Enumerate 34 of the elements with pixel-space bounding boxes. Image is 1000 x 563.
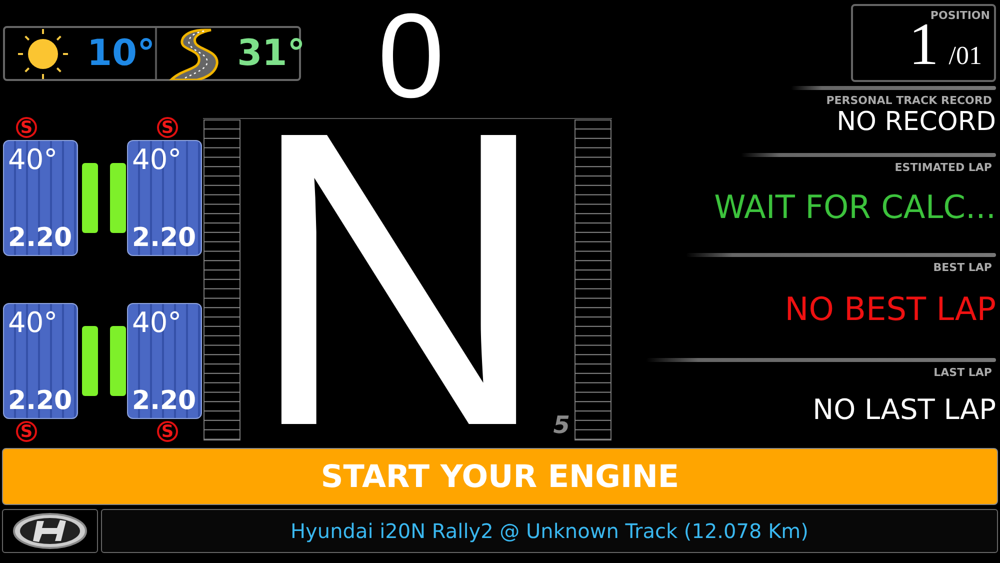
lap-value: WAIT FOR CALC...	[714, 188, 996, 226]
compound-badge: S	[16, 117, 37, 138]
tire-temperature: 40°	[132, 145, 183, 175]
status-banner: START YOUR ENGINE	[2, 448, 998, 505]
tire-temperature: 40°	[8, 308, 59, 338]
lap-label: PERSONAL TRACK RECORD	[826, 94, 992, 107]
gear-indicator: N	[247, 119, 550, 441]
brake-bar	[110, 163, 126, 233]
track-temperature: 31°	[237, 33, 306, 74]
lap-value: NO RECORD	[836, 107, 996, 137]
car-logo-icon	[11, 511, 89, 551]
lap-label: BEST LAP	[933, 261, 992, 274]
tire-temperature: 40°	[8, 145, 59, 175]
lap-label: LAST LAP	[934, 366, 992, 379]
speed-readout: 0	[376, 0, 446, 112]
lap-label: ESTIMATED LAP	[894, 161, 992, 174]
air-temperature: 10°	[87, 33, 156, 74]
gear-hint: 5	[553, 411, 570, 439]
tire-pressure: 2.20	[132, 386, 197, 416]
compound-badge: S	[16, 421, 37, 442]
lap-value: NO BEST LAP	[784, 290, 996, 328]
car-track-info: Hyundai i20N Rally2 @ Unknown Track (12.078 Km)	[101, 509, 998, 553]
tire-temperature: 40°	[132, 308, 183, 338]
compound-badge: S	[157, 117, 178, 138]
tire-pressure: 2.20	[8, 386, 73, 416]
compound-badge: S	[157, 421, 178, 442]
brake-bar	[82, 163, 98, 233]
position-label: POSITION	[930, 9, 990, 22]
lap-value: NO LAST LAP	[812, 393, 996, 426]
brake-bar	[82, 326, 98, 396]
tire-pressure: 2.20	[8, 223, 73, 253]
brake-bar	[110, 326, 126, 396]
position-total: /01	[948, 41, 982, 71]
tire-pressure: 2.20	[132, 223, 197, 253]
